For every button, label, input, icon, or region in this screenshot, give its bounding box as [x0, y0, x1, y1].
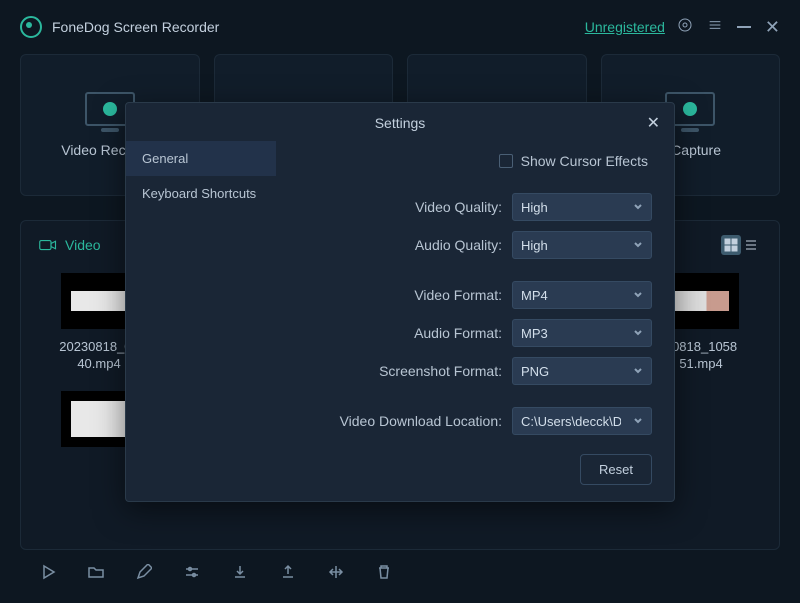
app-logo: [20, 16, 42, 38]
sidebar-item-shortcuts[interactable]: Keyboard Shortcuts: [126, 176, 276, 211]
cursor-label: Show Cursor Effects: [521, 153, 648, 169]
close-icon[interactable]: ✕: [647, 113, 660, 133]
hamburger-icon[interactable]: [707, 17, 723, 38]
minimize-button[interactable]: [737, 26, 751, 28]
list-view-icon[interactable]: [741, 235, 761, 255]
settings-modal: Settings ✕ General Keyboard Shortcuts Sh…: [125, 102, 675, 502]
select-video-quality[interactable]: High: [512, 193, 652, 221]
chevron-down-icon: [633, 366, 643, 376]
label-video-format: Video Format:: [414, 287, 502, 303]
grid-view-icon[interactable]: [721, 235, 741, 255]
settings-sidebar: General Keyboard Shortcuts: [126, 141, 276, 444]
library-toolbar: [40, 564, 392, 585]
cursor-checkbox[interactable]: [499, 154, 513, 168]
select-video-format[interactable]: MP4: [512, 281, 652, 309]
folder-icon[interactable]: [88, 564, 104, 585]
titlebar: FoneDog Screen Recorder Unregistered ✕: [0, 0, 800, 54]
select-screenshot-format[interactable]: PNG: [512, 357, 652, 385]
chevron-down-icon: [633, 240, 643, 250]
chevron-down-icon: [633, 202, 643, 212]
gear-icon[interactable]: [677, 17, 693, 38]
camera-icon: [39, 238, 57, 252]
app-title: FoneDog Screen Recorder: [52, 19, 585, 35]
unregistered-link[interactable]: Unregistered: [585, 19, 665, 35]
trash-icon[interactable]: [376, 564, 392, 585]
select-download-location[interactable]: C:\Users\decck\Do: [512, 407, 652, 435]
close-button[interactable]: ✕: [765, 17, 780, 38]
chevron-down-icon: [633, 328, 643, 338]
share-icon[interactable]: [280, 564, 296, 585]
chevron-down-icon: [633, 290, 643, 300]
settings-content: Show Cursor Effects Video Quality: High …: [276, 141, 674, 444]
sliders-icon[interactable]: [184, 564, 200, 585]
label-screenshot-format: Screenshot Format:: [379, 363, 502, 379]
select-audio-quality[interactable]: High: [512, 231, 652, 259]
label-audio-quality: Audio Quality:: [415, 237, 502, 253]
select-audio-format[interactable]: MP3: [512, 319, 652, 347]
reset-button[interactable]: Reset: [580, 454, 652, 485]
tab-video[interactable]: Video: [39, 237, 101, 253]
label-download-location: Video Download Location:: [340, 413, 502, 429]
chevron-down-icon: [633, 416, 643, 426]
label-audio-format: Audio Format:: [414, 325, 502, 341]
edit-icon[interactable]: [136, 564, 152, 585]
play-icon[interactable]: [40, 564, 56, 585]
modal-title: Settings ✕: [126, 103, 674, 141]
thumbnail-label: 30818_1058 51.mp4: [665, 339, 737, 373]
convert-icon[interactable]: [328, 564, 344, 585]
download-icon[interactable]: [232, 564, 248, 585]
sidebar-item-general[interactable]: General: [126, 141, 276, 176]
label-video-quality: Video Quality:: [415, 199, 502, 215]
